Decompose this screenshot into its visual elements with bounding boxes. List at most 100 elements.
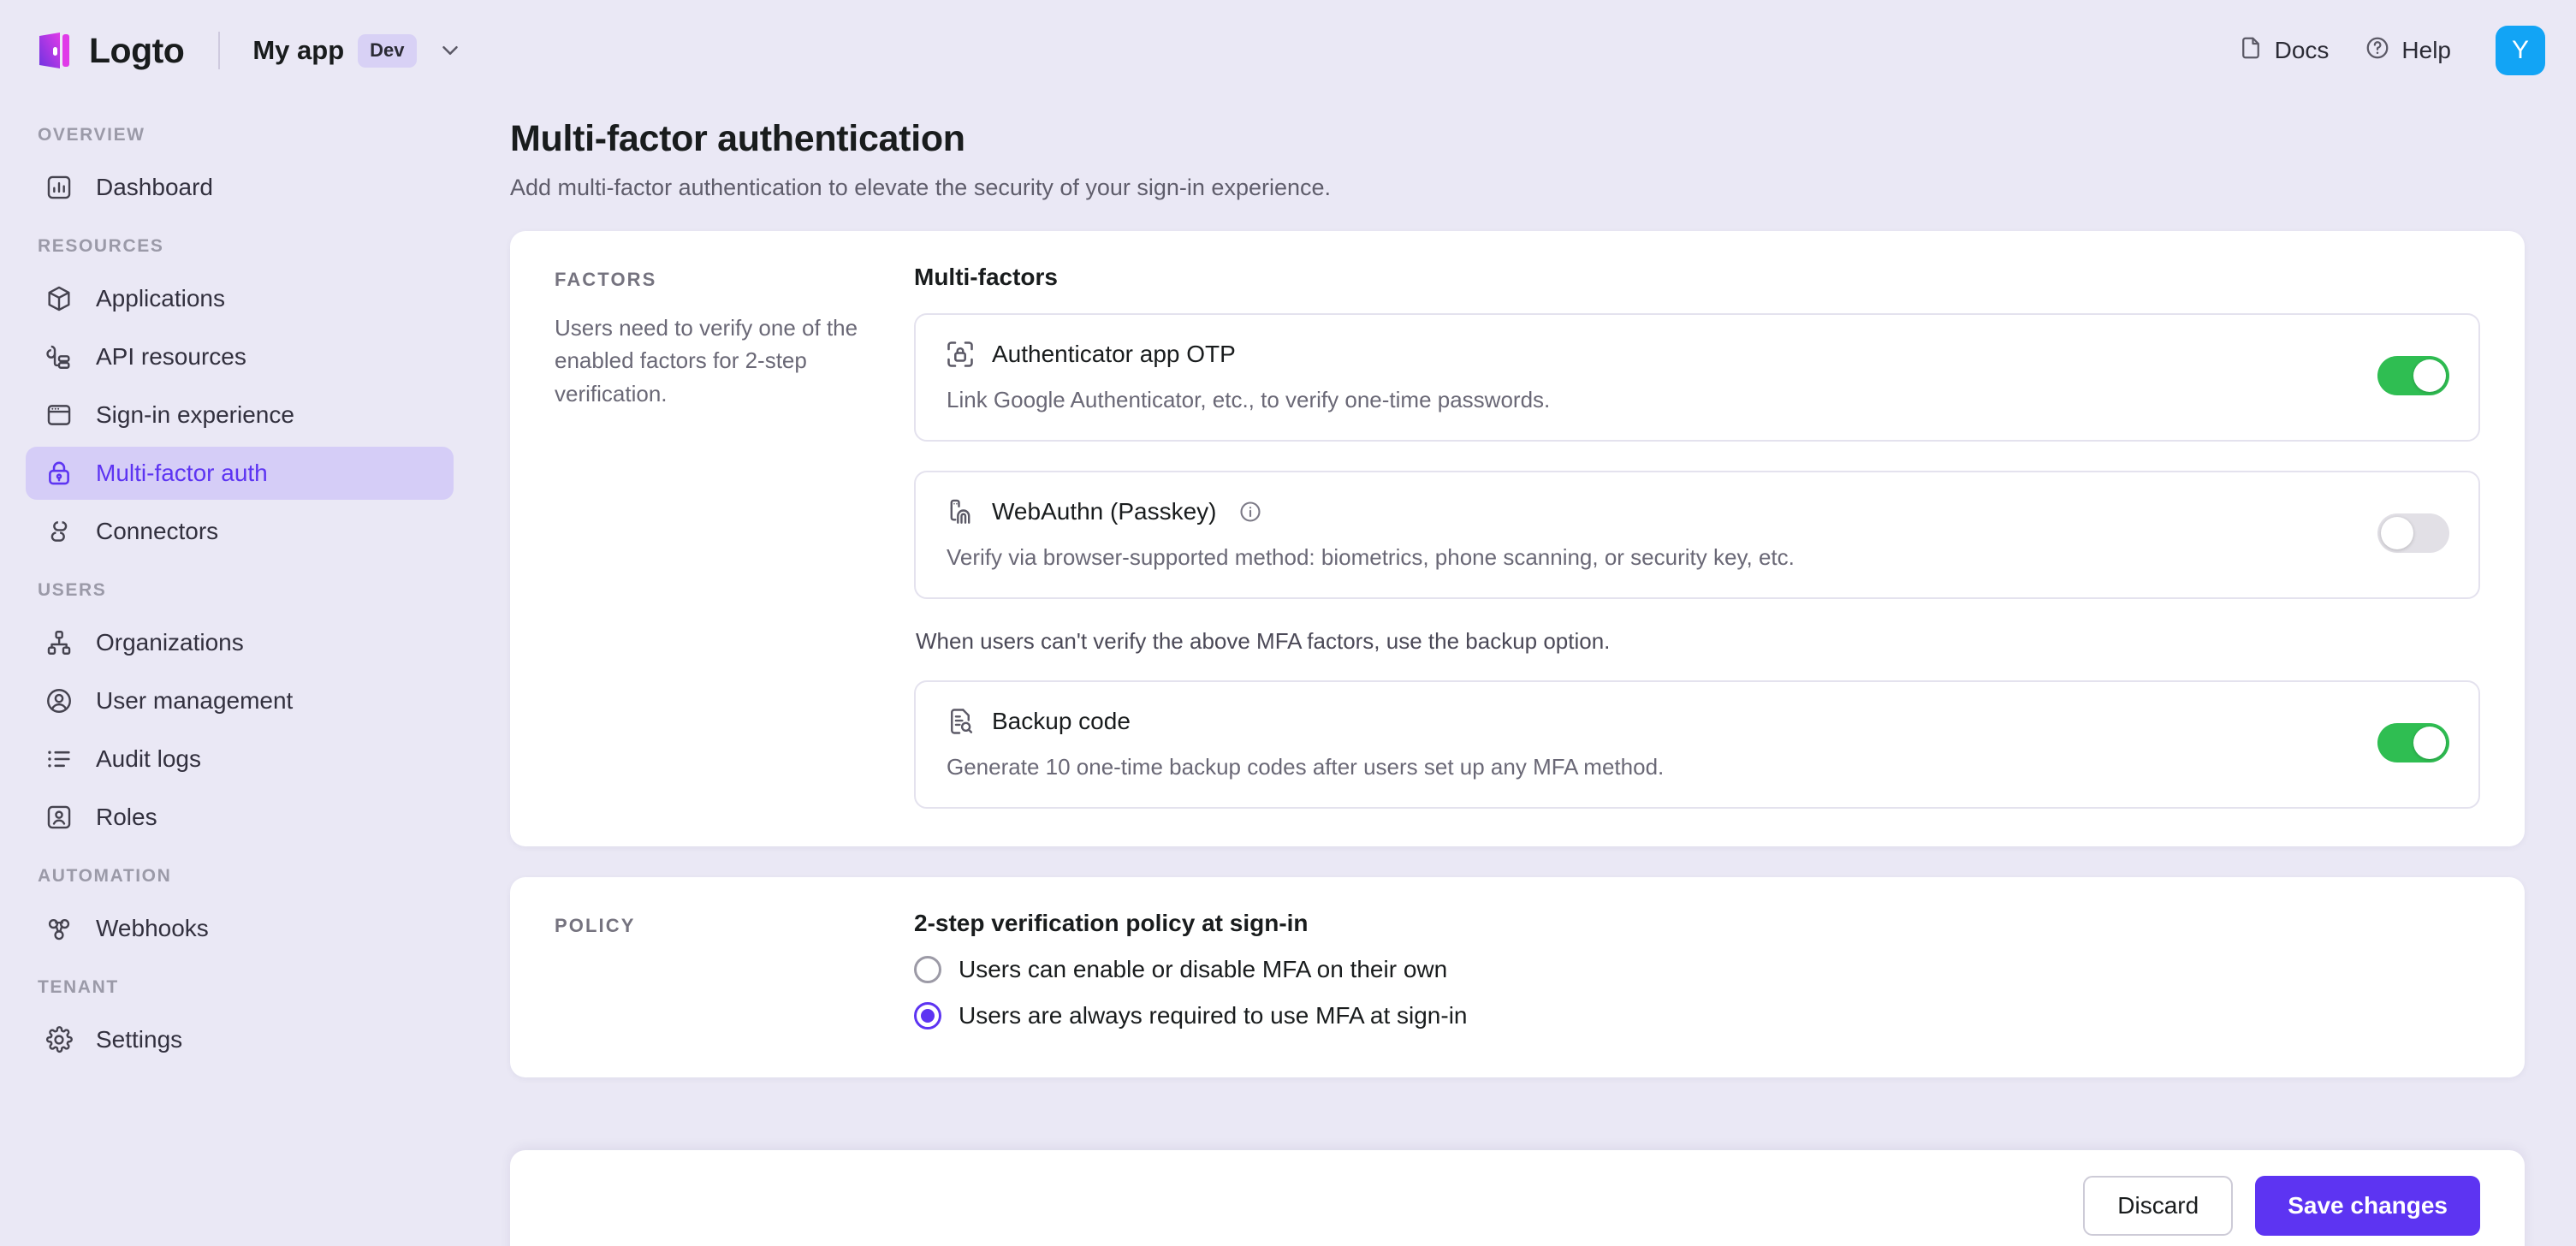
policy-card-right: 2-step verification policy at sign-in Us… bbox=[885, 910, 2480, 1029]
backup-code-toggle[interactable] bbox=[2377, 723, 2449, 762]
tenant-name: My app bbox=[252, 35, 345, 65]
chart-bar-icon bbox=[45, 173, 74, 202]
docs-label: Docs bbox=[2274, 37, 2330, 63]
policy-option-label: Users are always required to use MFA at … bbox=[959, 1002, 1468, 1029]
sidebar-item-applications[interactable]: Applications bbox=[26, 272, 454, 325]
factor-name: WebAuthn (Passkey) bbox=[992, 497, 1217, 525]
avatar-initial: Y bbox=[2511, 36, 2529, 64]
policy-option-always-required[interactable]: Users are always required to use MFA at … bbox=[914, 1002, 2480, 1029]
multi-factors-title: Multi-factors bbox=[914, 264, 1058, 290]
sidebar-item-settings[interactable]: Settings bbox=[26, 1013, 454, 1066]
sidebar-item-label: Audit logs bbox=[96, 745, 201, 772]
radio-button[interactable] bbox=[914, 956, 941, 983]
factor-description: Generate 10 one-time backup codes after … bbox=[947, 753, 1665, 780]
sidebar-item-label: Roles bbox=[96, 804, 157, 830]
policy-card: POLICY 2-step verification policy at sig… bbox=[510, 877, 2525, 1077]
sidebar-section-automation: AUTOMATION bbox=[38, 866, 172, 886]
factors-section-description: Users need to verify one of the enabled … bbox=[555, 315, 858, 406]
toggle-knob bbox=[2413, 727, 2446, 759]
save-changes-button[interactable]: Save changes bbox=[2255, 1176, 2480, 1236]
backup-option-note: When users can't verify the above MFA fa… bbox=[916, 628, 1611, 654]
discard-button[interactable]: Discard bbox=[2083, 1176, 2234, 1236]
help-link[interactable]: Help bbox=[2365, 35, 2451, 67]
avatar[interactable]: Y bbox=[2496, 26, 2545, 75]
brand-name: Logto bbox=[89, 30, 185, 70]
brand[interactable]: Logto bbox=[38, 30, 185, 71]
authenticator-app-otp-toggle[interactable] bbox=[2377, 356, 2449, 395]
sidebar-item-label: Settings bbox=[96, 1026, 183, 1053]
sidebar-item-audit-logs[interactable]: Audit logs bbox=[26, 733, 454, 786]
policy-title: 2-step verification policy at sign-in bbox=[914, 910, 1309, 936]
factor-row: Authenticator app OTP Link Google Authen… bbox=[914, 313, 2480, 442]
sidebar-item-label: Connectors bbox=[96, 518, 219, 544]
sidebar-item-sign-in-experience[interactable]: Sign-in experience bbox=[26, 389, 454, 442]
factor-description: Link Google Authenticator, etc., to veri… bbox=[947, 386, 1551, 412]
page-header: Multi-factor authentication Add multi-fa… bbox=[486, 101, 2576, 201]
topbar-right: Docs Help Y bbox=[2238, 26, 2545, 75]
sidebar-section-overview: OVERVIEW bbox=[38, 125, 145, 145]
policy-card-left: POLICY bbox=[555, 910, 885, 1029]
tenant-env-badge: Dev bbox=[358, 33, 417, 68]
logto-logo-icon bbox=[38, 31, 74, 70]
sidebar-item-label: User management bbox=[96, 687, 294, 714]
policy-section-label: POLICY bbox=[555, 915, 636, 936]
sidebar-item-user-management[interactable]: User management bbox=[26, 674, 454, 727]
question-circle-icon bbox=[2365, 35, 2390, 67]
factor-row: WebAuthn (Passkey) Verify via browser-su… bbox=[914, 471, 2480, 599]
main-content: Multi-factor authentication Add multi-fa… bbox=[486, 101, 2576, 1246]
browser-window-icon bbox=[45, 400, 74, 430]
factors-card-left: FACTORS Users need to verify one of the … bbox=[555, 264, 885, 809]
cube-icon bbox=[45, 284, 74, 313]
policy-option-self-managed[interactable]: Users can enable or disable MFA on their… bbox=[914, 956, 2480, 983]
sidebar-item-label: API resources bbox=[96, 343, 246, 370]
body: OVERVIEW Dashboard RESOURCES Application… bbox=[0, 101, 2576, 1246]
sidebar: OVERVIEW Dashboard RESOURCES Application… bbox=[0, 101, 486, 1246]
sidebar-item-organizations[interactable]: Organizations bbox=[26, 616, 454, 669]
list-icon bbox=[45, 745, 74, 774]
toggle-knob bbox=[2381, 517, 2413, 549]
factor-description: Verify via browser-supported method: bio… bbox=[947, 543, 1795, 570]
sidebar-item-multi-factor-auth[interactable]: Multi-factor auth bbox=[26, 447, 454, 500]
webhook-icon bbox=[45, 914, 74, 943]
lock-icon bbox=[45, 459, 74, 488]
sidebar-item-label: Multi-factor auth bbox=[96, 460, 268, 486]
help-label: Help bbox=[2401, 37, 2451, 63]
info-icon[interactable] bbox=[1238, 500, 1262, 524]
docs-link[interactable]: Docs bbox=[2238, 35, 2330, 67]
radio-button[interactable] bbox=[914, 1002, 941, 1029]
page-subtitle: Add multi-factor authentication to eleva… bbox=[510, 175, 1332, 200]
factor-row: Backup code Generate 10 one-time backup … bbox=[914, 680, 2480, 809]
webauthn-passkey-toggle[interactable] bbox=[2377, 513, 2449, 553]
document-search-icon bbox=[945, 706, 976, 737]
sidebar-section-users: USERS bbox=[38, 580, 107, 600]
roles-badge-icon bbox=[45, 803, 74, 832]
sidebar-item-connectors[interactable]: Connectors bbox=[26, 505, 454, 558]
policy-option-label: Users can enable or disable MFA on their… bbox=[959, 956, 1448, 982]
chevron-down-icon bbox=[437, 38, 463, 63]
sidebar-item-webhooks[interactable]: Webhooks bbox=[26, 902, 454, 955]
sidebar-section-tenant: TENANT bbox=[38, 977, 119, 997]
factors-section-label: FACTORS bbox=[555, 269, 657, 290]
page-title: Multi-factor authentication bbox=[510, 118, 965, 159]
sidebar-item-roles[interactable]: Roles bbox=[26, 791, 454, 844]
footer-action-bar: Discard Save changes bbox=[510, 1150, 2525, 1246]
sidebar-item-label: Webhooks bbox=[96, 915, 209, 941]
app-root: Logto My app Dev Docs Help Y OVERVIEW Da… bbox=[0, 0, 2576, 1246]
sidebar-item-dashboard[interactable]: Dashboard bbox=[26, 161, 454, 214]
security-key-fingerprint-icon bbox=[945, 496, 976, 527]
factors-card-right: Multi-factors Authenticator app OTP Link… bbox=[885, 264, 2480, 809]
topbar-divider bbox=[218, 32, 221, 69]
factor-name: Backup code bbox=[992, 707, 1131, 734]
tenant-switcher[interactable]: My app Dev bbox=[252, 33, 463, 68]
sidebar-item-api-resources[interactable]: API resources bbox=[26, 330, 454, 383]
user-circle-icon bbox=[45, 686, 74, 715]
document-icon bbox=[2238, 35, 2264, 67]
sidebar-item-label: Sign-in experience bbox=[96, 401, 294, 428]
otp-scan-lock-icon bbox=[945, 339, 976, 370]
sidebar-section-resources: RESOURCES bbox=[38, 236, 164, 256]
sidebar-item-label: Organizations bbox=[96, 629, 244, 656]
sidebar-item-label: Applications bbox=[96, 285, 225, 312]
connectors-icon bbox=[45, 517, 74, 546]
api-icon bbox=[45, 342, 74, 371]
factor-name: Authenticator app OTP bbox=[992, 340, 1236, 367]
